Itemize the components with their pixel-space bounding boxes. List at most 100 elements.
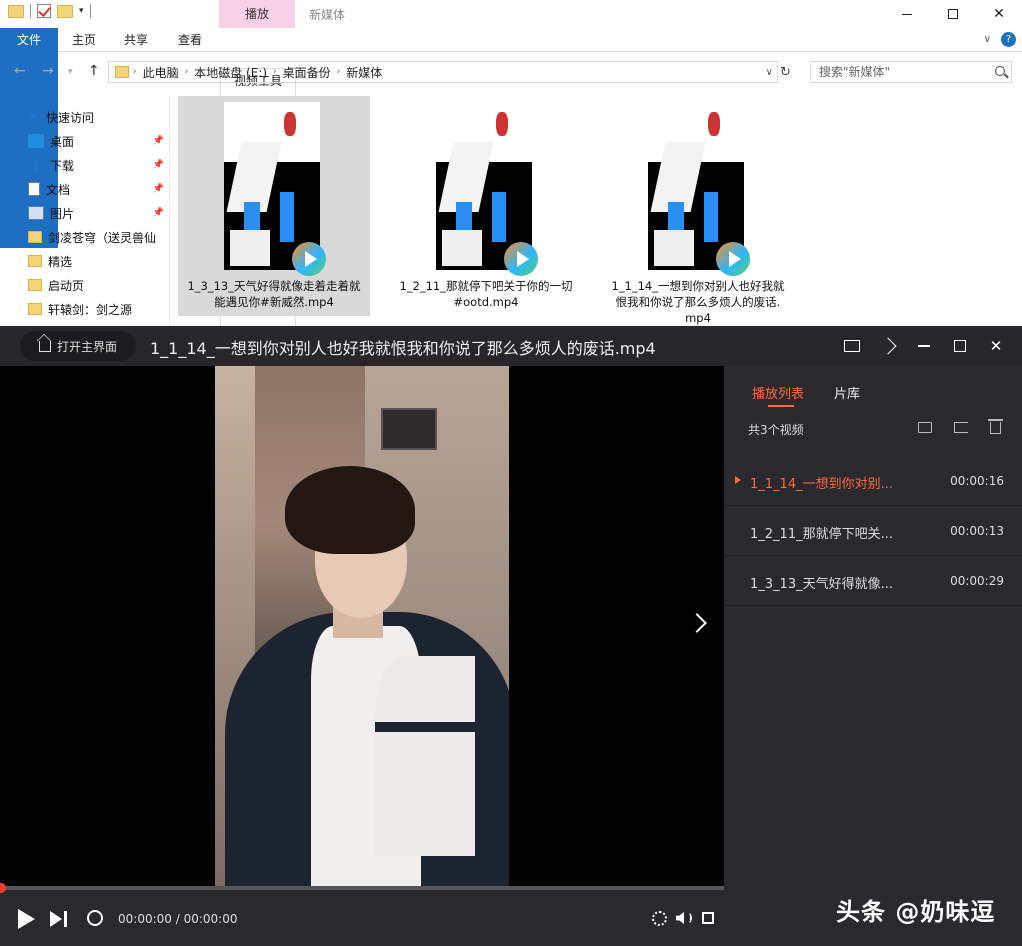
nav-label: 轩辕剑：剑之源 xyxy=(48,302,133,317)
close-icon: ✕ xyxy=(993,6,1005,22)
search-placeholder: 搜索"新媒体" xyxy=(819,65,891,79)
pin-on-top-button[interactable] xyxy=(870,326,906,366)
loop-icon[interactable] xyxy=(87,910,103,926)
nav-label: 启动页 xyxy=(48,278,85,293)
customize-toolbar-icon[interactable]: ▾ xyxy=(79,6,84,16)
file-name-line: mp4 xyxy=(685,311,711,325)
address-bar[interactable]: › 此电脑 › 本地磁盘 (E:) › 桌面备份 › 新媒体 ∨ xyxy=(108,61,778,83)
breadcrumb-desktop-backup[interactable]: 桌面备份 xyxy=(283,64,331,81)
playlist-item-name: 1_3_13_天气好得就像... xyxy=(750,577,893,592)
file-item[interactable]: 1_1_14_一想到你对别人也好我就 恨我和你说了那么多烦人的废话. mp4 xyxy=(602,96,794,325)
player-minimize-button[interactable] xyxy=(906,326,942,366)
trash-icon[interactable] xyxy=(988,419,1003,434)
maximize-button[interactable] xyxy=(930,0,976,28)
nav-label: 剑凌苍穹（送灵兽仙 xyxy=(48,230,157,245)
ribbon-tabs: 文件 主页 共享 查看 视频工具 ∨ ? xyxy=(0,28,1022,588)
open-folder-icon[interactable] xyxy=(918,422,932,433)
chevron-down-icon[interactable]: ∨ xyxy=(766,67,773,78)
file-name-line: 1_2_11_那就停下吧关于你的一切 xyxy=(399,279,573,293)
video-count: 共3个视频 xyxy=(748,423,804,437)
ribbon-right-controls: ∨ ? xyxy=(984,32,1016,47)
video-player-icon xyxy=(716,242,750,276)
chevron-right-icon[interactable] xyxy=(687,613,707,633)
tab-home[interactable]: 主页 xyxy=(60,28,108,52)
playlist-item[interactable]: 1_2_11_那就停下吧关... 00:00:13 xyxy=(724,506,1022,556)
watermark: 头条 @奶味逗 xyxy=(836,898,996,926)
desktop-icon xyxy=(28,134,44,148)
breadcrumb-this-pc[interactable]: 此电脑 xyxy=(143,64,179,81)
chevron-right-icon[interactable]: › xyxy=(273,67,277,77)
nav-item-desktop[interactable]: 桌面 📌 xyxy=(28,129,164,153)
file-explorer-window: ▾ 播放 新媒体 ✕ 文件 主页 共享 查看 视频工具 ∨ ? ← → ▾ ↑ … xyxy=(0,0,1022,588)
folder-icon xyxy=(28,303,42,315)
home-icon xyxy=(38,340,51,352)
nav-label: 快速访问 xyxy=(46,110,95,125)
nav-quick-access[interactable]: ★ 快速访问 xyxy=(26,105,162,129)
up-icon[interactable]: ↑ xyxy=(88,63,100,79)
player-maximize-button[interactable] xyxy=(942,326,978,366)
file-name-line: 1_1_14_一想到你对别人也好我就 xyxy=(611,279,785,293)
nav-item-downloads[interactable]: ⬇ 下载 📌 xyxy=(28,153,164,177)
properties-icon[interactable] xyxy=(37,4,51,18)
folder-icon xyxy=(28,279,42,291)
play-icon[interactable] xyxy=(18,909,35,929)
chevron-right-icon[interactable]: › xyxy=(337,67,341,77)
tab-share[interactable]: 共享 xyxy=(112,28,160,52)
close-button[interactable]: ✕ xyxy=(976,0,1022,28)
explorer-titlebar: ▾ 播放 新媒体 ✕ xyxy=(0,0,1022,28)
new-folder-icon[interactable] xyxy=(57,4,73,18)
nav-label: 图片 xyxy=(50,206,75,221)
chevron-down-icon[interactable]: ∨ xyxy=(984,34,991,45)
file-item[interactable]: 1_2_11_那就停下吧关于你的一切 #ootd.mp4 xyxy=(390,96,582,316)
nav-item-folder[interactable]: 精选 xyxy=(28,249,164,273)
breadcrumb-current[interactable]: 新媒体 xyxy=(346,64,382,81)
volume-icon[interactable] xyxy=(676,912,684,924)
playback-time: 00:00:00 / 00:00:00 xyxy=(118,912,238,926)
sort-icon[interactable] xyxy=(954,422,968,433)
progress-bar[interactable] xyxy=(0,883,724,893)
star-icon: ★ xyxy=(27,110,39,125)
chevron-right-icon[interactable]: › xyxy=(133,67,137,77)
video-frame[interactable] xyxy=(215,366,509,886)
player-close-button[interactable]: ✕ xyxy=(978,326,1014,366)
playlist-item-duration: 00:00:16 xyxy=(950,474,1004,488)
nav-item-documents[interactable]: 文档 📌 xyxy=(28,177,164,201)
minimize-button[interactable] xyxy=(884,0,930,28)
nav-item-pictures[interactable]: 图片 📌 xyxy=(28,201,164,225)
quick-access-toolbar: ▾ xyxy=(8,4,91,18)
tab-library[interactable]: 片库 xyxy=(834,383,860,402)
refresh-icon[interactable]: ↻ xyxy=(780,65,791,80)
nav-label: 精选 xyxy=(48,254,73,269)
playlist-item[interactable]: 1_1_14_一想到你对别... 00:00:16 xyxy=(724,456,1022,506)
playlist-item[interactable]: 1_3_13_天气好得就像... 00:00:29 xyxy=(724,556,1022,606)
nav-item-folder[interactable]: 启动页 xyxy=(28,273,164,297)
toolbar-separator xyxy=(30,4,31,18)
mini-mode-button[interactable] xyxy=(834,326,870,366)
help-icon[interactable]: ? xyxy=(1001,32,1016,47)
maximize-icon xyxy=(948,9,958,19)
chevron-right-icon[interactable]: › xyxy=(185,67,189,77)
next-icon[interactable] xyxy=(50,911,62,927)
fullscreen-icon[interactable] xyxy=(702,912,714,924)
search-input[interactable]: 搜索"新媒体" xyxy=(810,61,1012,83)
file-name-line: 恨我和你说了那么多烦人的废话. xyxy=(615,295,781,309)
forward-icon[interactable]: → xyxy=(42,63,54,79)
video-player-window: 打开主界面 1_1_14_一想到你对别人也好我就恨我和你说了那么多烦人的废话.m… xyxy=(0,326,1022,946)
progress-handle[interactable] xyxy=(0,883,6,893)
video-player-icon xyxy=(292,242,326,276)
tab-playlist[interactable]: 播放列表 xyxy=(752,383,804,407)
recent-locations-icon[interactable]: ▾ xyxy=(68,67,73,77)
nav-item-folder[interactable]: 轩辕剑：剑之源 xyxy=(28,297,164,321)
breadcrumb-drive[interactable]: 本地磁盘 (E:) xyxy=(194,64,267,81)
context-tab-label: 播放 xyxy=(219,0,295,28)
tab-view[interactable]: 查看 xyxy=(166,28,214,52)
playlist-item-name: 1_1_14_一想到你对别... xyxy=(750,477,893,492)
window-controls: ✕ xyxy=(884,0,1022,28)
settings-icon[interactable] xyxy=(652,911,667,926)
open-main-button[interactable]: 打开主界面 xyxy=(20,331,136,361)
video-title: 1_1_14_一想到你对别人也好我就恨我和你说了那么多烦人的废话.mp4 xyxy=(150,339,656,358)
back-icon[interactable]: ← xyxy=(14,63,26,79)
file-item[interactable]: 1_3_13_天气好得就像走着走着就 能遇见你#新威然.mp4 xyxy=(178,96,370,316)
nav-item-folder[interactable]: 剑凌苍穹（送灵兽仙 xyxy=(28,225,164,249)
search-icon[interactable] xyxy=(995,66,1005,76)
